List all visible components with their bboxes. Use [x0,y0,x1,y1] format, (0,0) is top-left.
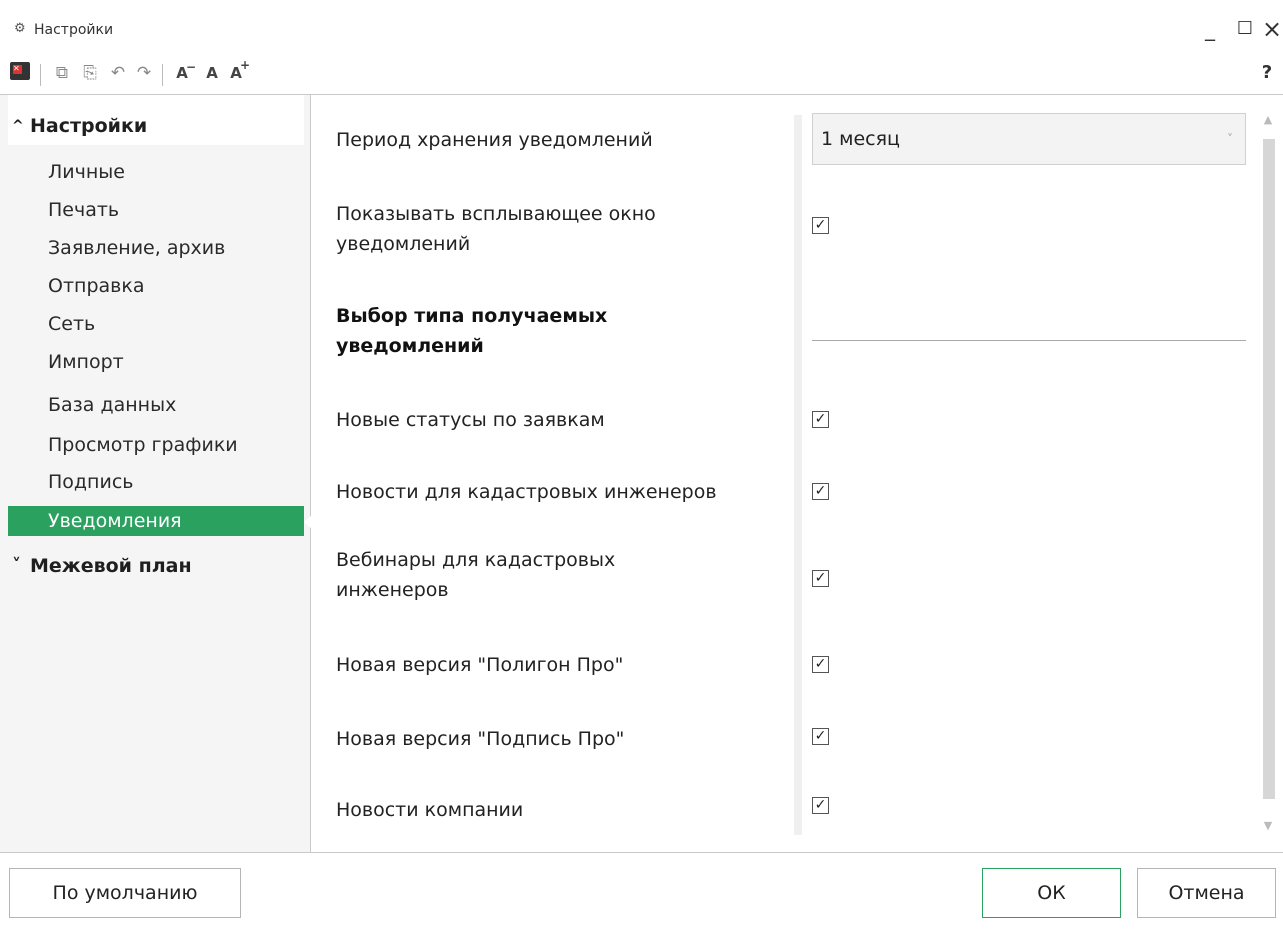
ok-button[interactable]: ОК [982,868,1121,918]
settings-gear-icon: ⚙ [14,21,26,36]
toolbar-separator [162,64,163,86]
nav-item-notifications[interactable]: Уведомления [8,506,312,536]
toolbar-separator [40,64,41,86]
window-title: Настройки [34,22,114,38]
period-select-value: 1 месяц [821,128,900,150]
option-label-engineer-news: Новости для кадастровых инженеров [336,481,717,503]
section-title-line: Выбор типа получаемых [336,305,608,327]
settings-content: Период хранения уведомлений 1 месяц ˅ По… [312,95,1283,852]
option-label-line: Вебинары для кадастровых [336,549,616,571]
nav-item-import[interactable]: Импорт [8,347,304,377]
popup-label: Показывать всплывающее окно уведомлений [336,199,656,259]
option-checkbox-webinars[interactable]: ✓ [812,570,829,587]
option-checkbox-polygon-pro[interactable]: ✓ [812,656,829,673]
nav-item-application-archive[interactable]: Заявление, архив [8,233,304,263]
option-label-line: инженеров [336,579,449,601]
scroll-up-arrow-icon[interactable]: ▲ [1261,113,1275,129]
option-checkbox-podpis-pro[interactable]: ✓ [812,728,829,745]
help-button[interactable]: ? [1255,60,1279,86]
option-label-new-statuses: Новые статусы по заявкам [336,409,605,431]
minimize-button[interactable]: _ [1195,14,1225,44]
section-title-line: уведомлений [336,335,484,357]
scroll-down-arrow-icon[interactable]: ▼ [1261,819,1275,835]
option-label-polygon-pro: Новая версия "Полигон Про" [336,654,624,676]
period-label: Период хранения уведомлений [336,129,653,151]
footer-divider [0,852,1283,853]
nav-group-label: Межевой план [30,555,192,577]
settings-nav: ^ Настройки Личные Печать Заявление, арх… [0,95,312,852]
chevron-down-icon: ˅ [12,555,21,576]
nav-item-signature[interactable]: Подпись [8,467,304,497]
font-increase-button[interactable]: A + [224,58,250,86]
title-bar: ⚙ Настройки _ ☐ × [0,0,1283,56]
chevron-up-icon: ^ [12,118,24,134]
section-separator [812,340,1246,341]
nav-item-graphics-view[interactable]: Просмотр графики [8,430,304,460]
font-reset-button[interactable]: A [200,60,224,86]
option-label-webinars: Вебинары для кадастровых инженеров [336,545,615,605]
nav-item-network[interactable]: Сеть [8,309,304,339]
option-checkbox-new-statuses[interactable]: ✓ [812,411,829,428]
nav-item-print[interactable]: Печать [8,195,304,225]
nav-item-database[interactable]: База данных [8,390,304,420]
excel-export-icon[interactable] [10,62,30,80]
nav-group-settings[interactable]: ^ Настройки [8,107,304,145]
plus-mark: + [240,58,251,72]
cancel-button[interactable]: Отмена [1137,868,1276,918]
font-decrease-button[interactable]: A − [170,60,196,86]
option-checkbox-engineer-news[interactable]: ✓ [812,483,829,500]
option-checkbox-company-news[interactable]: ✓ [812,797,829,814]
option-label-podpis-pro: Новая версия "Подпись Про" [336,728,625,750]
column-divider [794,115,802,835]
nav-item-personal[interactable]: Личные [8,157,304,187]
popup-checkbox[interactable]: ✓ [812,217,829,234]
default-button[interactable]: По умолчанию [9,868,241,918]
maximize-button[interactable]: ☐ [1230,14,1260,44]
chevron-down-icon: ˅ [1227,132,1233,146]
period-select[interactable]: 1 месяц ˅ [812,113,1246,165]
close-button[interactable]: × [1257,14,1283,44]
nav-group-label: Настройки [30,115,148,137]
scrollbar-thumb[interactable] [1263,139,1275,799]
redo-icon[interactable]: ↷ [132,60,156,86]
section-title: Выбор типа получаемых уведомлений [336,301,607,361]
option-label-company-news: Новости компании [336,799,524,821]
copy-icon[interactable]: ⧉ [50,60,74,86]
minus-mark: − [186,60,197,74]
nav-item-sending[interactable]: Отправка [8,271,304,301]
popup-label-line: уведомлений [336,233,471,255]
paste-icon[interactable]: ⎘ [78,60,102,86]
undo-icon[interactable]: ↶ [106,60,130,86]
nav-group-boundary-plan[interactable]: ˅ Межевой план [8,547,304,585]
toolbar: ⧉ ⎘ ↶ ↷ A− A A+ ? [0,56,1283,94]
popup-label-line: Показывать всплывающее окно [336,203,656,225]
